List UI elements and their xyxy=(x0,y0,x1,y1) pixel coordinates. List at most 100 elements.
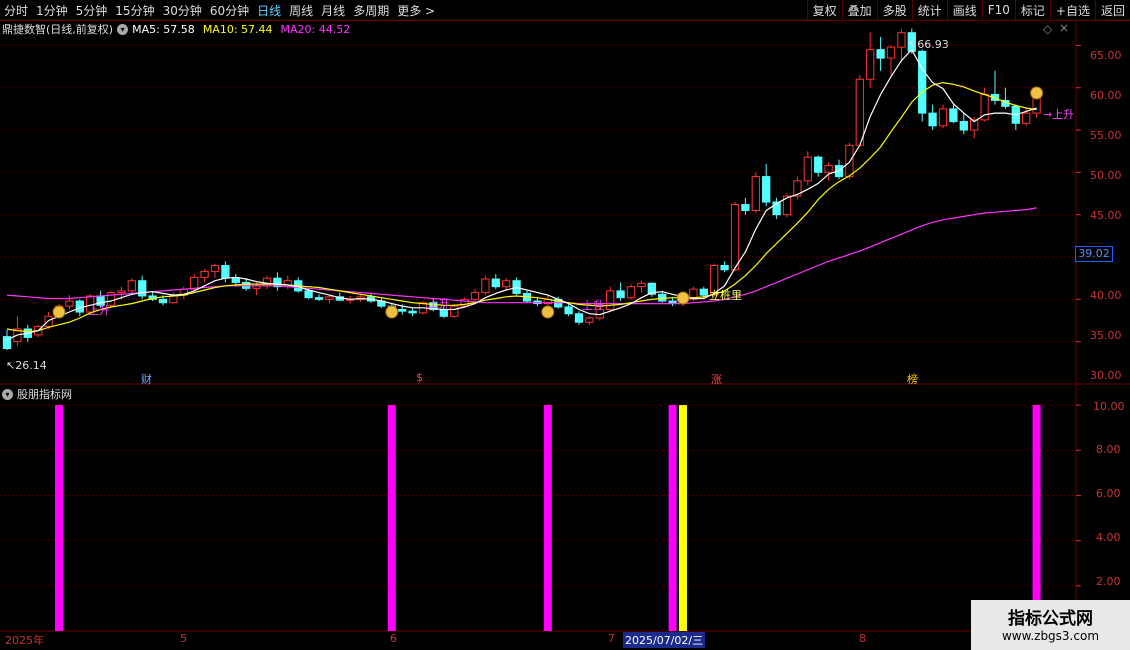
current-price-tag: 39.02 xyxy=(1075,246,1113,262)
candle-body xyxy=(117,290,126,294)
candle-body xyxy=(699,288,708,296)
candles xyxy=(2,28,1041,351)
candle-body xyxy=(481,278,490,294)
money-bag-icon xyxy=(385,305,399,319)
candle-body xyxy=(803,156,812,182)
candle-body xyxy=(751,176,760,211)
price-label: 35.00 xyxy=(1090,329,1122,342)
candle-body xyxy=(502,280,511,288)
candle-body xyxy=(886,46,896,59)
candle-body xyxy=(658,293,667,302)
price-label: 30.00 xyxy=(1090,369,1122,382)
ma-lines xyxy=(6,48,1037,341)
signal-up-label: 上升 xyxy=(88,304,110,317)
indicator-label: 2.00 xyxy=(1096,575,1121,588)
candle-body xyxy=(918,50,927,114)
signal-up-label: 上升 xyxy=(428,297,450,310)
diamond-icon[interactable]: ◇ xyxy=(1043,22,1052,36)
candle-body xyxy=(408,310,417,314)
candle-body xyxy=(876,49,885,59)
candle-body xyxy=(959,121,968,131)
candle-body xyxy=(928,112,937,127)
grid-lines xyxy=(0,20,1130,650)
indicator-bar xyxy=(543,405,552,631)
watermark-url: www.zbgs3.com xyxy=(1001,629,1100,643)
indicator-label: 10.00 xyxy=(1093,400,1125,413)
candle-body xyxy=(491,278,500,288)
candle-body xyxy=(65,300,74,307)
candle-body xyxy=(814,156,823,173)
indicator-bar xyxy=(387,405,396,631)
candle-body xyxy=(75,300,84,313)
indicator-bar xyxy=(55,405,63,631)
candle-body xyxy=(949,108,958,123)
watermark: 指标公式网 www.zbgs3.com xyxy=(971,600,1130,650)
money-bag-icon xyxy=(1030,86,1044,100)
indicator-bar xyxy=(668,405,677,631)
candle-body xyxy=(314,297,324,300)
price-label: 55.00 xyxy=(1090,129,1122,142)
indicator-title: 股朋指标网 xyxy=(17,388,72,401)
date-label: 7 xyxy=(608,632,615,645)
indicator-label: 8.00 xyxy=(1096,443,1121,456)
date-label: 8 xyxy=(859,632,866,645)
date-label: 5 xyxy=(180,632,187,645)
money-bag-icon xyxy=(676,291,690,305)
ma10-label: MA10: 57.44 xyxy=(202,22,273,36)
candle-body xyxy=(741,204,750,211)
high-price-label: ↖66.93 xyxy=(908,38,949,51)
price-label: 45.00 xyxy=(1090,209,1122,222)
candle-body xyxy=(730,204,740,271)
candle-body xyxy=(564,306,573,315)
candle-body xyxy=(606,290,615,311)
event-cai-marker[interactable]: 财 xyxy=(141,371,152,387)
candle-body xyxy=(304,290,313,299)
ma5-label: MA5: 57.58 xyxy=(132,22,195,36)
event-dollar-marker[interactable]: $ xyxy=(416,371,423,384)
selected-date-label: 2025/07/02/三 xyxy=(623,632,706,648)
candle-body xyxy=(44,315,53,327)
price-label: 60.00 xyxy=(1090,89,1122,102)
date-label: 2025年 xyxy=(5,634,44,647)
candle-body xyxy=(138,280,147,297)
date-axis: 2025年 5 6 7 2025/07/02/三 8 xyxy=(0,631,1076,650)
ma20-label: MA20: 44.52 xyxy=(280,22,351,36)
indicator-bar xyxy=(1032,405,1041,631)
candle-body xyxy=(325,296,334,300)
candle-body xyxy=(585,317,594,323)
price-label: 65.00 xyxy=(1090,49,1122,62)
event-zhang-marker[interactable]: 涨 xyxy=(711,371,722,387)
indicator-settings-icon[interactable]: ▾ xyxy=(2,388,13,400)
candle-body xyxy=(855,78,864,146)
candle-body xyxy=(845,144,854,178)
candle-body xyxy=(398,309,407,312)
candle-body xyxy=(824,165,833,173)
candle-body xyxy=(720,264,729,271)
money-bag-icon xyxy=(541,305,555,319)
candle-body xyxy=(626,286,636,299)
signal-up-label: →上升 xyxy=(1043,108,1075,121)
candle-body xyxy=(637,282,646,288)
kline-chart[interactable] xyxy=(0,0,1130,650)
chart-legend: 鼎捷数智(日线,前复权) ▾ MA5: 57.58 MA10: 57.44 MA… xyxy=(2,21,350,37)
signal-zt-label: 立桩里 xyxy=(709,289,742,302)
candle-body xyxy=(190,276,199,290)
candle-body xyxy=(574,313,584,323)
candle-body xyxy=(200,270,209,278)
date-label: 6 xyxy=(390,632,397,645)
low-price-label: ↖26.14 xyxy=(6,359,47,372)
ma10-line xyxy=(6,81,1037,333)
candle-body xyxy=(450,305,459,317)
signal-icons xyxy=(52,86,1044,319)
candle-body xyxy=(897,32,906,48)
indicator-label: 4.00 xyxy=(1096,531,1121,544)
candle-body xyxy=(762,176,771,203)
event-bang-marker[interactable]: 榜 xyxy=(907,371,918,387)
settings-circle-icon[interactable]: ▾ xyxy=(117,23,129,35)
candle-body xyxy=(210,264,220,272)
price-label: 40.00 xyxy=(1090,289,1122,302)
candle-body xyxy=(221,264,230,279)
close-icon[interactable]: × xyxy=(1059,21,1069,35)
candle-body xyxy=(866,49,875,80)
indicator-bar xyxy=(679,405,687,631)
